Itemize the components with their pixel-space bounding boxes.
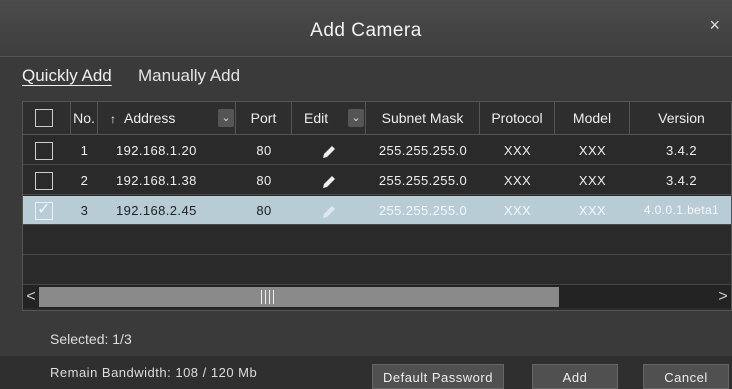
select-all-checkbox[interactable] [35, 109, 53, 127]
default-password-button[interactable]: Default Password [372, 364, 504, 389]
edit-dropdown-icon[interactable]: ⌄ [348, 109, 364, 127]
cell-address: 192.168.2.45 [116, 203, 197, 218]
cell-model: XXX [578, 173, 607, 188]
scroll-left-icon[interactable]: < [25, 287, 37, 307]
cell-version: 3.4.2 [666, 173, 697, 188]
cell-protocol: XXX [503, 173, 532, 188]
add-button[interactable]: Add [532, 364, 618, 389]
row-checkbox[interactable]: ✓ [35, 142, 53, 160]
header-model[interactable]: Model [555, 102, 630, 135]
address-dropdown-icon[interactable]: ⌄ [218, 109, 234, 127]
cell-subnet: 255.255.255.0 [378, 173, 468, 188]
cell-no: 3 [80, 203, 89, 218]
table-row-selected[interactable]: ✓ 3 192.168.2.45 80 255.255.255.0 XXX XX… [23, 196, 731, 225]
scroll-right-icon[interactable]: > [717, 287, 729, 307]
cancel-button[interactable]: Cancel [643, 364, 729, 389]
cell-model: XXX [578, 203, 607, 218]
header-select-all-cell [23, 102, 71, 135]
cell-subnet: 255.255.255.0 [378, 203, 468, 218]
pencil-icon[interactable] [292, 136, 366, 165]
selected-count: Selected: 1/3 [50, 331, 132, 347]
cell-protocol: XXX [503, 143, 532, 158]
add-camera-dialog: Add Camera × Quickly Add Manually Add No… [0, 0, 732, 389]
empty-row [23, 256, 731, 285]
row-checkbox[interactable]: ✓ [35, 201, 53, 220]
cell-model: XXX [578, 143, 607, 158]
pencil-icon[interactable] [292, 196, 366, 225]
table-row[interactable]: ✓ 1 192.168.1.20 80 255.255.255.0 XXX XX… [23, 136, 731, 165]
cell-subnet: 255.255.255.0 [378, 143, 468, 158]
cell-no: 2 [80, 173, 89, 188]
header-protocol[interactable]: Protocol [480, 102, 555, 135]
cell-protocol: XXX [503, 203, 532, 218]
grip-icon [261, 290, 277, 304]
pencil-icon[interactable] [292, 166, 366, 195]
sort-arrow-icon: ↑ [110, 112, 116, 126]
cell-port: 80 [256, 143, 272, 158]
header-subnet-mask[interactable]: Subnet Mask [366, 102, 480, 135]
cell-version: 4.0.0.1.beta1 [643, 203, 720, 217]
camera-table: No. ↑ Address ⌄ Port Edit ⌄ Subnet Mask P… [22, 101, 732, 311]
header-address-label: Address [124, 110, 176, 126]
table-row[interactable]: ✓ 2 192.168.1.38 80 255.255.255.0 XXX XX… [23, 166, 731, 195]
scrollbar-thumb[interactable] [39, 287, 559, 307]
cell-address: 192.168.1.20 [116, 143, 197, 158]
close-icon[interactable]: × [709, 15, 720, 36]
header-edit-label: Edit [304, 110, 329, 126]
title-bar: Add Camera × [0, 0, 732, 57]
tab-manually-add[interactable]: Manually Add [138, 66, 240, 86]
header-no[interactable]: No. [71, 102, 98, 135]
cell-port: 80 [256, 203, 272, 218]
dialog-title: Add Camera [310, 20, 422, 41]
header-version[interactable]: Version [630, 102, 731, 135]
footer-bar: Remain Bandwidth: 108 / 120 Mb Default P… [0, 356, 732, 389]
remain-bandwidth: Remain Bandwidth: 108 / 120 Mb [50, 365, 258, 380]
tab-quickly-add[interactable]: Quickly Add [22, 66, 112, 86]
cell-address: 192.168.1.38 [116, 173, 197, 188]
cell-no: 1 [80, 143, 89, 158]
header-port[interactable]: Port [236, 102, 292, 135]
header-address[interactable]: ↑ Address ⌄ [98, 102, 236, 135]
table-header: No. ↑ Address ⌄ Port Edit ⌄ Subnet Mask P… [23, 102, 731, 135]
row-checkbox[interactable]: ✓ [35, 172, 53, 190]
header-edit[interactable]: Edit ⌄ [292, 102, 366, 135]
horizontal-scrollbar[interactable]: < > [23, 284, 731, 308]
cell-port: 80 [256, 173, 272, 188]
empty-row [23, 226, 731, 255]
cell-version: 3.4.2 [666, 143, 697, 158]
